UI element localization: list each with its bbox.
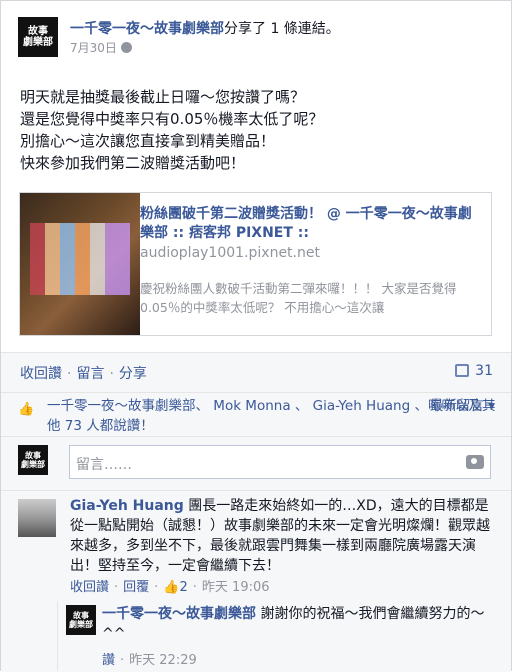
comment-body: Gia-Yeh Huang 團長一路走來始終如一的…XD，遠大的目標都是從一點點… <box>70 496 498 576</box>
viewer-avatar: 故事 劇樂部 <box>18 445 48 475</box>
action-links: 收回讚 · 留言 · 分享 <box>20 366 147 382</box>
share-link[interactable]: 分享 <box>119 366 147 382</box>
unlike-link[interactable]: 收回讚 <box>20 366 62 382</box>
comment-composer: 故事 劇樂部 留言…… <box>1 436 511 490</box>
page-name-link[interactable]: 一千零一夜～故事劇樂部 <box>70 21 224 37</box>
post-author-line: 一千零一夜～故事劇樂部分享了 1 條連結。 <box>70 18 340 38</box>
shared-text: 分享了 1 條連結。 <box>224 21 340 37</box>
commenter-avatar[interactable] <box>18 499 56 537</box>
attachment-description: 慶祝粉絲團人數破千活動第二彈來囉！！！ 大家是否覺得0.05％的中獎率太低呢？ … <box>140 281 457 315</box>
attachment-url: audioplay1001.pixnet.net <box>140 245 320 261</box>
attachment-title[interactable]: 粉絲團破千第二波贈獎活動！ @ 一千零一夜～故事劇樂部 :: 痞客邦 PIXNE… <box>140 205 485 243</box>
camera-icon[interactable] <box>466 455 484 469</box>
comment-count-value: 31 <box>475 363 493 379</box>
like-icon: 👍 <box>163 580 180 595</box>
like-icon: 👍 <box>18 402 35 417</box>
comment-reply-link[interactable]: 回覆 <box>123 580 149 595</box>
post-meta: 7月30日 <box>70 39 132 56</box>
reply-avatar[interactable]: 故事 劇樂部 <box>66 605 96 635</box>
newest-comments-dropdown[interactable]: 最新留言 ▾ <box>430 396 495 416</box>
comment-meta: 收回讚 · 回覆 · 👍2 · 昨天 19:06 <box>70 580 270 595</box>
commenter-name[interactable]: Gia-Yeh Huang <box>70 498 184 514</box>
reply-like-link[interactable]: 讚 <box>102 653 115 668</box>
message-line: 別擔心～這次讓您直接拿到精美贈品！ <box>20 132 276 150</box>
link-attachment[interactable]: 粉絲團破千第二波贈獎活動！ @ 一千零一夜～故事劇樂部 :: 痞客邦 PIXNE… <box>19 192 492 336</box>
comment-placeholder: 留言…… <box>76 457 132 473</box>
comment-like-count[interactable]: 2 <box>180 580 188 595</box>
likes-summary: 👍 一千零一夜～故事劇樂部、 Mok Monna 、 Gia-Yeh Huang… <box>1 392 511 436</box>
message-line: 明天就是抽獎最後截止日囉～您按讚了嗎？ <box>20 88 306 106</box>
comment-count[interactable]: 31 <box>455 363 493 379</box>
post-card: 故事 劇樂部 一千零一夜～故事劇樂部分享了 1 條連結。 7月30日 明天就是抽獎… <box>0 0 512 672</box>
comment-input[interactable]: 留言…… <box>69 445 491 479</box>
attachment-thumbnail[interactable] <box>20 193 140 335</box>
message-line: 快來參加我們第二波贈獎活動吧！ <box>20 154 246 172</box>
post-message: 明天就是抽獎最後截止日囉～您按讚了嗎？ 還是您覺得中獎率只有0.05％機率太低了… <box>20 86 490 174</box>
reply-item: 故事 劇樂部 一千零一夜～故事劇樂部 謝謝你的祝福～我們會繼續努力的～^^ 讚 · 昨… <box>57 601 498 671</box>
action-bar: 收回讚 · 留言 · 分享 31 <box>1 352 511 392</box>
comment-link[interactable]: 留言 <box>76 366 104 382</box>
reply-body: 一千零一夜～故事劇樂部 謝謝你的祝福～我們會繼續努力的～^^ <box>102 604 492 644</box>
comment-time[interactable]: 昨天 19:06 <box>202 580 270 595</box>
reply-author[interactable]: 一千零一夜～故事劇樂部 <box>102 606 256 622</box>
comment-unlike-link[interactable]: 收回讚 <box>70 580 109 595</box>
globe-icon <box>120 42 132 53</box>
reply-time[interactable]: 昨天 22:29 <box>129 653 197 668</box>
page-avatar[interactable]: 故事 劇樂部 <box>18 17 58 57</box>
post-date[interactable]: 7月30日 <box>70 41 117 55</box>
comment-item: Gia-Yeh Huang 團長一路走來始終如一的…XD，遠大的目標都是從一點點… <box>1 490 511 672</box>
message-line: 還是您覺得中獎率只有0.05％機率太低了呢？ <box>20 110 324 128</box>
comment-icon <box>455 364 470 377</box>
reply-meta: 讚 · 昨天 22:29 <box>102 653 197 668</box>
